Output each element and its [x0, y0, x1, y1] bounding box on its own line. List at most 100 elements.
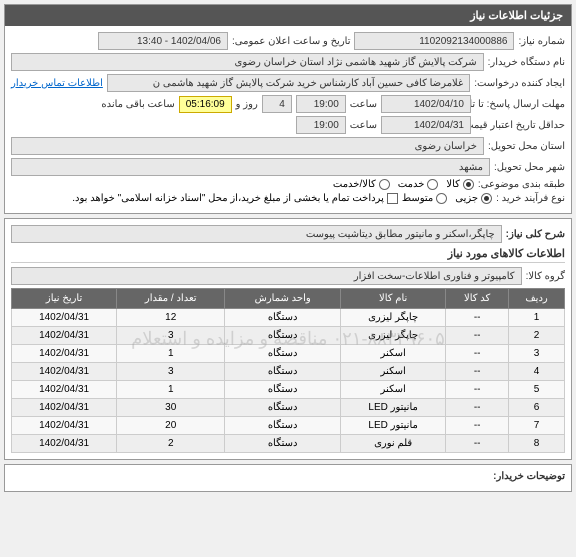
deadline-date: 1402/04/10 — [381, 95, 471, 113]
cell-name: اسکنر — [341, 345, 446, 363]
time-label-2: ساعت — [350, 120, 377, 131]
group-label: گروه کالا: — [526, 271, 565, 282]
cell-qty: 12 — [117, 309, 225, 327]
cell-date: 1402/04/31 — [12, 327, 117, 345]
table-row[interactable]: 8--قلم نوریدستگاه21402/04/31 — [12, 435, 565, 453]
radio-medium-label: متوسط — [402, 193, 433, 204]
cell-code: -- — [446, 399, 509, 417]
need-no-label: شماره نیاز: — [518, 36, 565, 47]
cell-date: 1402/04/31 — [12, 309, 117, 327]
th-row: ردیف — [509, 289, 565, 309]
cell-qty: 2 — [117, 435, 225, 453]
cell-idx: 5 — [509, 381, 565, 399]
th-name: نام کالا — [341, 289, 446, 309]
radio-medium[interactable]: متوسط — [402, 193, 447, 204]
cell-unit: دستگاه — [225, 435, 341, 453]
creator-value: غلامرضا کافی حسین آباد کارشناس خرید شرکت… — [107, 74, 470, 92]
cell-unit: دستگاه — [225, 309, 341, 327]
cell-code: -- — [446, 435, 509, 453]
table-row[interactable]: 6--مانیتور LEDدستگاه301402/04/31 — [12, 399, 565, 417]
city-value: مشهد — [11, 158, 490, 176]
table-row[interactable]: 3--اسکنردستگاه11402/04/31 — [12, 345, 565, 363]
cell-idx: 2 — [509, 327, 565, 345]
radio-service[interactable]: خدمت — [398, 179, 439, 190]
need-no-value: 1102092134000886 — [354, 32, 514, 50]
buyer-notes-label: توضیحات خریدار: — [493, 471, 565, 482]
announce-label: تاریخ و ساعت اعلان عمومی: — [232, 36, 351, 47]
cell-idx: 8 — [509, 435, 565, 453]
need-panel: ۰۲۱-۸۸۳۴۹۶۰۵ مناقصه و مزایده و استعلام ش… — [4, 218, 572, 460]
cell-idx: 6 — [509, 399, 565, 417]
payment-check[interactable]: پرداخت تمام یا بخشی از مبلغ خرید،از محل … — [72, 193, 398, 204]
table-header-row: ردیف کد کالا نام کالا واحد شمارش تعداد /… — [12, 289, 565, 309]
cell-qty: 1 — [117, 381, 225, 399]
buyer-notes-panel: توضیحات خریدار: — [4, 464, 572, 492]
province-value: خراسان رضوی — [11, 137, 484, 155]
desc-value: چاپگر،اسکنر و مانیتور مطابق دیتاشیت پیوس… — [11, 225, 502, 243]
cell-name: مانیتور LED — [341, 417, 446, 435]
radio-service-label: خدمت — [398, 179, 425, 190]
radio-goods[interactable]: کالا — [446, 179, 474, 190]
cell-code: -- — [446, 381, 509, 399]
table-row[interactable]: 7--مانیتور LEDدستگاه201402/04/31 — [12, 417, 565, 435]
cell-unit: دستگاه — [225, 417, 341, 435]
cell-code: -- — [446, 417, 509, 435]
panel-title: جزئیات اطلاعات نیاز — [5, 5, 571, 26]
buytype-label: نوع فرآیند خرید : — [496, 193, 565, 204]
contact-link[interactable]: اطلاعات تماس خریدار — [11, 78, 103, 89]
cell-code: -- — [446, 309, 509, 327]
th-date: تاریخ نیاز — [12, 289, 117, 309]
cell-unit: دستگاه — [225, 399, 341, 417]
day-label: روز و — [236, 99, 258, 110]
payment-note: پرداخت تمام یا بخشی از مبلغ خرید،از محل … — [72, 193, 384, 204]
radio-icon — [379, 179, 390, 190]
announce-value: 1402/04/06 - 13:40 — [98, 32, 228, 50]
days-remain: 4 — [262, 95, 292, 113]
remain-time: 05:16:09 — [179, 96, 232, 113]
province-label: استان محل تحویل: — [488, 141, 565, 152]
cell-qty: 1 — [117, 345, 225, 363]
radio-icon — [463, 179, 474, 190]
validity-date: 1402/04/31 — [381, 116, 471, 134]
cell-date: 1402/04/31 — [12, 399, 117, 417]
cell-name: اسکنر — [341, 381, 446, 399]
cell-name: چاپگر لیزری — [341, 309, 446, 327]
radio-partial-label: جزیی — [455, 193, 478, 204]
cell-qty: 20 — [117, 417, 225, 435]
radio-partial[interactable]: جزیی — [455, 193, 492, 204]
cell-name: چاپگر لیزری — [341, 327, 446, 345]
th-qty: تعداد / مقدار — [117, 289, 225, 309]
group-value: کامپیوتر و فناوری اطلاعات-سخت افزار — [11, 267, 522, 285]
cell-name: مانیتور LED — [341, 399, 446, 417]
deadline-label: مهلت ارسال پاسخ: تا تاریخ: — [475, 99, 565, 110]
cell-idx: 3 — [509, 345, 565, 363]
cell-unit: دستگاه — [225, 327, 341, 345]
checkbox-icon — [387, 193, 398, 204]
cell-idx: 4 — [509, 363, 565, 381]
time-label-1: ساعت — [350, 99, 377, 110]
table-row[interactable]: 5--اسکنردستگاه11402/04/31 — [12, 381, 565, 399]
buyer-label: نام دستگاه خریدار: — [488, 57, 565, 68]
cell-unit: دستگاه — [225, 363, 341, 381]
cell-name: اسکنر — [341, 363, 446, 381]
radio-both-label: کالا/خدمت — [333, 179, 376, 190]
table-row[interactable]: 4--اسکنردستگاه31402/04/31 — [12, 363, 565, 381]
cell-unit: دستگاه — [225, 345, 341, 363]
cell-idx: 1 — [509, 309, 565, 327]
desc-label: شرح کلی نیاز: — [506, 229, 565, 240]
remain-label: ساعت باقی مانده — [101, 99, 174, 110]
cell-name: قلم نوری — [341, 435, 446, 453]
classify-radios: کالا خدمت کالا/خدمت — [333, 179, 474, 190]
table-row[interactable]: 1--چاپگر لیزریدستگاه121402/04/31 — [12, 309, 565, 327]
validity-label: حداقل تاریخ اعتبار قیمت: تا تاریخ: — [475, 120, 565, 131]
cell-qty: 3 — [117, 363, 225, 381]
cell-date: 1402/04/31 — [12, 435, 117, 453]
cell-date: 1402/04/31 — [12, 381, 117, 399]
cell-code: -- — [446, 345, 509, 363]
details-panel: جزئیات اطلاعات نیاز شماره نیاز: 11020921… — [4, 4, 572, 214]
validity-time: 19:00 — [296, 116, 346, 134]
radio-both[interactable]: کالا/خدمت — [333, 179, 390, 190]
city-label: شهر محل تحویل: — [494, 162, 565, 173]
table-row[interactable]: 2--چاپگر لیزریدستگاه31402/04/31 — [12, 327, 565, 345]
cell-date: 1402/04/31 — [12, 417, 117, 435]
